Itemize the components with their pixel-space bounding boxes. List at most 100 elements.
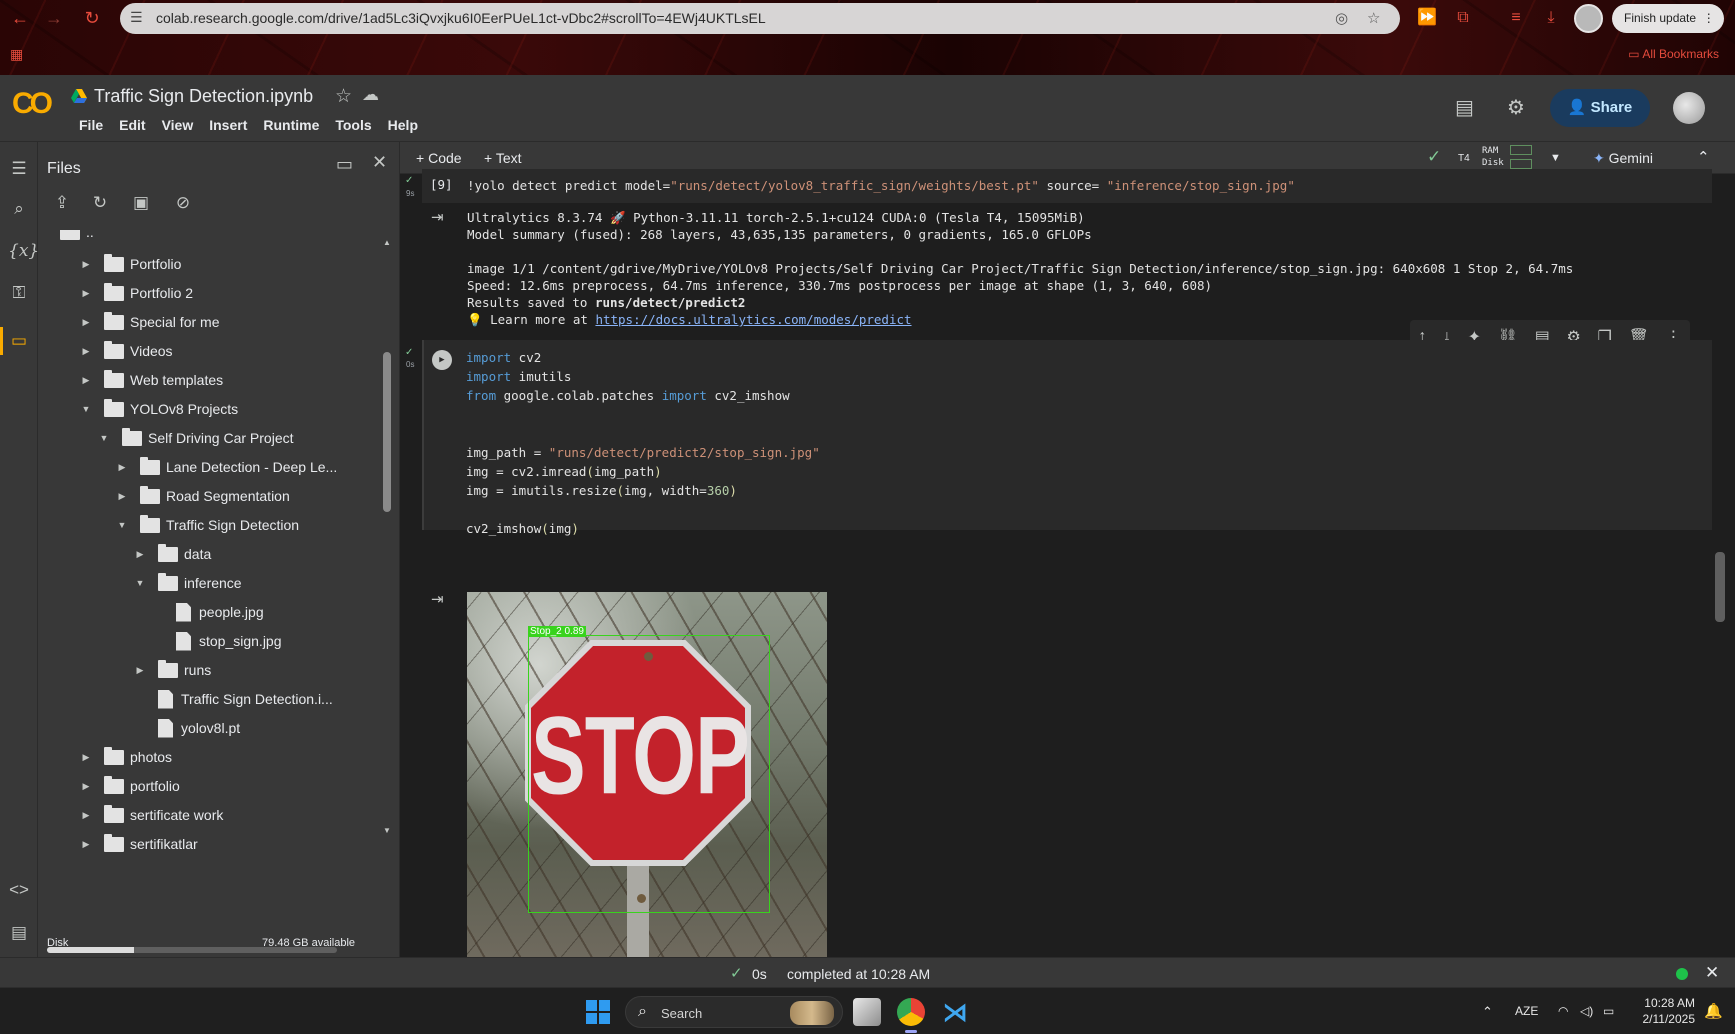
menu-view[interactable]: View — [154, 117, 202, 133]
tree-item[interactable]: ▶ portfolio — [80, 775, 180, 797]
code-line[interactable] — [466, 500, 820, 519]
tree-item[interactable]: ▶ photos — [80, 746, 172, 768]
files-scrollbar[interactable]: ▲ ▼ — [381, 238, 393, 838]
tree-item[interactable]: ▶ runs — [134, 659, 211, 681]
download-icon[interactable]: ⤓ — [1541, 8, 1561, 28]
chevron-down-icon[interactable]: ▼ — [98, 433, 110, 443]
refresh-icon[interactable]: ↻ — [89, 193, 111, 215]
hide-files-icon[interactable]: ⊘ — [172, 193, 194, 215]
chevron-right-icon[interactable]: ▶ — [80, 288, 92, 299]
output-toggle-icon[interactable]: ⇥ — [431, 590, 444, 608]
scroll-down-icon[interactable]: ▼ — [383, 826, 391, 835]
battery-icon[interactable]: ▭ — [1603, 1004, 1614, 1018]
all-bookmarks-link[interactable]: ▭ All Bookmarks — [1628, 47, 1719, 61]
add-code-button[interactable]: + Code — [416, 150, 462, 166]
code-line[interactable]: !yolo detect predict model="runs/detect/… — [467, 176, 1295, 195]
code-editor-2[interactable]: ▶ import cv2 import imutils from google.… — [422, 340, 1712, 536]
volume-icon[interactable]: ◁) — [1580, 1004, 1593, 1018]
notification-bell-icon[interactable]: 🔔 — [1704, 1002, 1723, 1020]
menu-help[interactable]: Help — [380, 117, 426, 133]
gemini-button[interactable]: ✦ Gemini — [1593, 150, 1653, 167]
reload-icon[interactable]: ↻ — [80, 8, 104, 28]
bookmark-star-icon[interactable]: ☆ — [1367, 9, 1380, 27]
tree-item[interactable]: ▶ Portfolio — [80, 253, 181, 275]
code-block[interactable]: import cv2 import imutils from google.co… — [466, 348, 820, 538]
menu-tools[interactable]: Tools — [327, 117, 379, 133]
chevron-right-icon[interactable]: ▶ — [80, 839, 92, 850]
tree-item[interactable]: Traffic Sign Detection.i... — [134, 688, 333, 710]
output-toggle-icon[interactable]: ⇥ — [431, 208, 444, 226]
tree-item[interactable]: stop_sign.jpg — [152, 630, 282, 652]
code-line[interactable]: cv2_imshow(img) — [466, 519, 820, 538]
learn-more-link[interactable]: https://docs.ultralytics.com/modes/predi… — [595, 312, 911, 327]
resource-monitor[interactable]: RAM Disk — [1482, 145, 1504, 169]
taskbar-clock[interactable]: 10:28 AM 2/11/2025 — [1643, 995, 1696, 1027]
menu-insert[interactable]: Insert — [201, 117, 255, 133]
tree-item[interactable]: .. — [60, 230, 94, 243]
chevron-right-icon[interactable]: ▶ — [80, 810, 92, 821]
tree-item[interactable]: ▶ data — [134, 543, 211, 565]
code-line[interactable]: import imutils — [466, 367, 820, 386]
runtime-dropdown-icon[interactable]: ▼ — [1550, 152, 1561, 164]
site-settings-icon[interactable]: ☰ — [130, 9, 148, 27]
tree-item[interactable]: ▼ inference — [134, 572, 242, 594]
chevron-right-icon[interactable]: ▶ — [80, 259, 92, 270]
forward-arrow-icon[interactable]: → — [42, 8, 66, 28]
comments-icon[interactable]: ▤ — [1455, 95, 1474, 120]
windows-start-icon[interactable] — [586, 1000, 610, 1024]
notebook-scrollbar-thumb[interactable] — [1715, 552, 1725, 622]
user-avatar[interactable] — [1673, 92, 1705, 124]
close-panel-icon[interactable]: ✕ — [372, 152, 387, 173]
chevron-right-icon[interactable]: ▶ — [116, 491, 128, 502]
chevron-down-icon[interactable]: ▼ — [116, 520, 128, 530]
code-line[interactable] — [466, 424, 820, 443]
add-text-button[interactable]: + Text — [484, 150, 522, 166]
files-scrollbar-thumb[interactable] — [383, 352, 391, 512]
apps-grid-icon[interactable]: ▦ — [10, 46, 23, 63]
chevron-right-icon[interactable]: ▶ — [134, 665, 146, 676]
chevron-right-icon[interactable]: ▶ — [80, 781, 92, 792]
runtime-type[interactable]: T4 — [1458, 153, 1470, 164]
tree-item[interactable]: ▼ Self Driving Car Project — [98, 427, 294, 449]
upload-file-icon[interactable]: ⇪ — [51, 193, 73, 215]
scroll-up-icon[interactable]: ▲ — [383, 238, 391, 247]
task-view-icon[interactable] — [853, 998, 881, 1026]
chevron-right-icon[interactable]: ▶ — [80, 346, 92, 357]
cloud-saved-icon[interactable]: ☁ — [362, 85, 379, 105]
address-bar[interactable]: ☰ colab.research.google.com/drive/1ad5Lc… — [120, 3, 1400, 34]
code-line[interactable]: img = cv2.imread(img_path) — [466, 462, 820, 481]
browser-profile-avatar[interactable] — [1574, 4, 1603, 33]
run-cell-icon[interactable]: ▶ — [432, 350, 452, 370]
chevron-right-icon[interactable]: ▶ — [80, 317, 92, 328]
tree-item[interactable]: ▶ Portfolio 2 — [80, 282, 193, 304]
table-of-contents-icon[interactable]: ☰ — [8, 158, 30, 180]
tree-item[interactable]: ▼ Traffic Sign Detection — [116, 514, 299, 536]
tree-item[interactable]: ▶ Special for me — [80, 311, 219, 333]
url-text[interactable]: colab.research.google.com/drive/1ad5Lc3i… — [156, 10, 766, 26]
files-folder-icon[interactable]: ▭ — [8, 330, 30, 352]
tree-item[interactable]: ▼ YOLOv8 Projects — [80, 398, 238, 420]
chevron-down-icon[interactable]: ▼ — [80, 404, 92, 414]
wifi-icon[interactable]: ◠ — [1558, 1004, 1568, 1018]
chevron-right-icon[interactable]: ▶ — [80, 752, 92, 763]
eye-off-icon[interactable]: ◎ — [1335, 9, 1348, 27]
close-status-icon[interactable]: ✕ — [1705, 963, 1719, 983]
code-line[interactable]: img = imutils.resize(img, width=360) — [466, 481, 820, 500]
extension-media-icon[interactable]: ⏩ — [1417, 8, 1437, 28]
back-arrow-icon[interactable]: ← — [8, 8, 32, 28]
menu-edit[interactable]: Edit — [111, 117, 153, 133]
tray-chevron-icon[interactable]: ⌃ — [1482, 1004, 1493, 1020]
menu-runtime[interactable]: Runtime — [255, 117, 327, 133]
tree-item[interactable]: ▶ sertificate work — [80, 804, 223, 826]
code-snippets-icon[interactable]: <> — [8, 879, 30, 901]
extension-puzzle-icon[interactable]: ⧉ — [1453, 8, 1473, 28]
menu-file[interactable]: File — [71, 117, 111, 133]
chevron-right-icon[interactable]: ▶ — [134, 549, 146, 560]
tree-item[interactable]: ▶ Videos — [80, 340, 173, 362]
collapse-header-icon[interactable]: ⌃ — [1697, 148, 1710, 166]
chevron-right-icon[interactable]: ▶ — [80, 375, 92, 386]
star-icon[interactable]: ☆ — [335, 85, 352, 108]
code-line[interactable] — [466, 405, 820, 424]
code-line[interactable]: import cv2 — [466, 348, 820, 367]
settings-gear-icon[interactable]: ⚙ — [1507, 95, 1525, 120]
